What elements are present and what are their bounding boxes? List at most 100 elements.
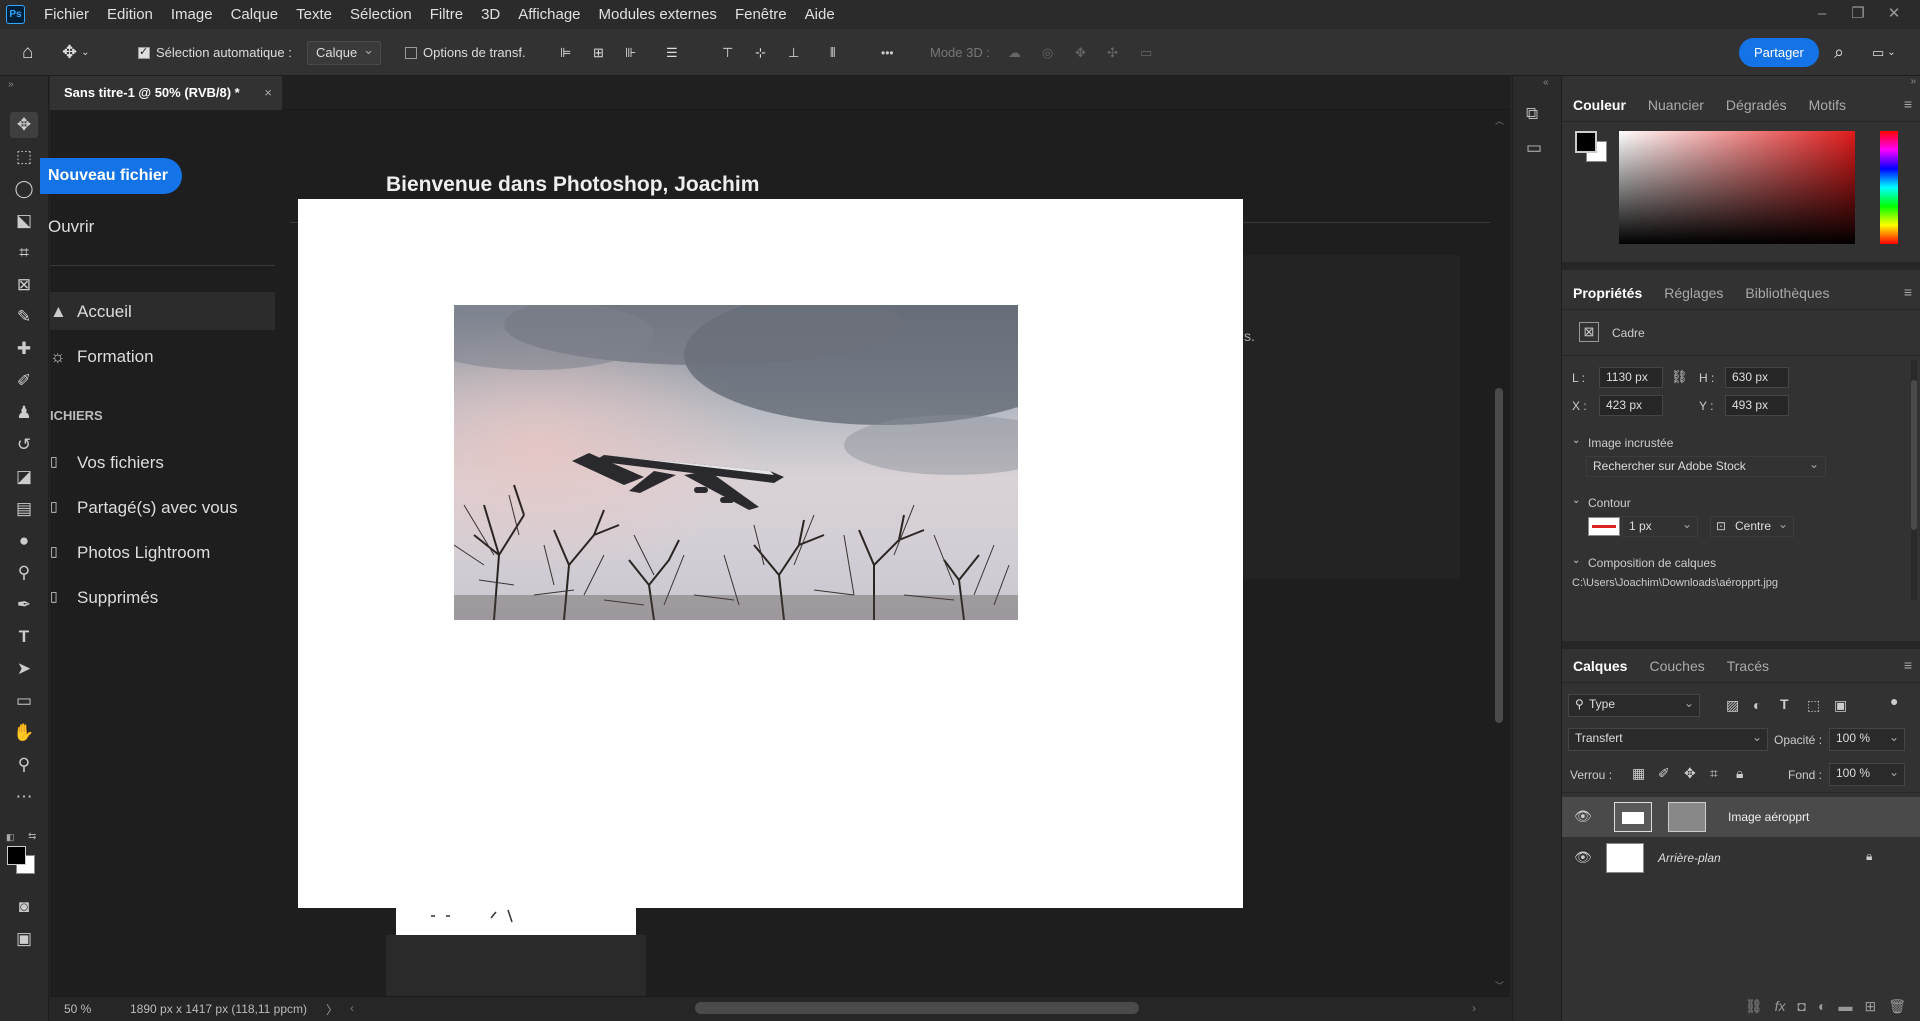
panel-scrollbar[interactable] — [1911, 360, 1917, 600]
visibility-eye-icon[interactable]: 👁︎ — [1574, 808, 1592, 825]
lock-artboard-icon[interactable]: ⌗ — [1710, 765, 1718, 782]
rectangle-tool-icon[interactable]: ▭ — [10, 688, 38, 714]
menu-sélection[interactable]: Sélection — [341, 0, 421, 29]
layer-row-arriere-plan[interactable]: 👁︎ Arrière-plan 🔒︎ — [1562, 838, 1920, 878]
blend-mode-dropdown[interactable]: Transfert ⌄ — [1568, 728, 1768, 751]
lock-all-icon[interactable]: 🔒︎ — [1736, 765, 1743, 782]
adobe-stock-dropdown[interactable]: Rechercher sur Adobe Stock ⌄ — [1586, 456, 1826, 477]
status-menu-arrow[interactable]: 〉 — [326, 1001, 338, 1018]
align-center-icon[interactable]: ⊞ — [593, 29, 604, 76]
horizontal-scrollbar-thumb[interactable] — [695, 1002, 1139, 1014]
lock-transparency-icon[interactable]: ▦ — [1632, 765, 1645, 782]
zoom-tool-icon[interactable]: ⚲ — [10, 752, 38, 778]
hue-slider[interactable] — [1880, 131, 1898, 244]
align-left-icon[interactable]: ⊫ — [560, 29, 571, 76]
nav-item-lightroom[interactable]: Photos Lightroom — [77, 543, 210, 563]
document-tab[interactable]: Sans titre-1 @ 50% (RVB/8) * × — [50, 76, 282, 110]
expand-icon[interactable]: « — [1543, 77, 1549, 88]
healing-brush-icon[interactable]: ✚ — [10, 336, 38, 362]
scrollbar-thumb[interactable] — [1495, 388, 1503, 723]
menu-modules-externes[interactable]: Modules externes — [590, 0, 726, 29]
type-tool-icon[interactable]: T — [10, 624, 38, 650]
filter-type-icon[interactable]: T — [1780, 696, 1789, 712]
layer-name[interactable]: Arrière-plan — [1658, 851, 1721, 865]
stroke-color-swatch[interactable] — [1588, 517, 1620, 536]
foreground-color-swatch[interactable] — [1575, 131, 1597, 153]
align-middle-icon[interactable]: ⊹ — [755, 29, 766, 76]
edit-toolbar-icon[interactable]: ⋯ — [10, 784, 38, 810]
x-field[interactable]: 423 px — [1599, 395, 1663, 416]
hand-tool-icon[interactable]: ✋ — [10, 720, 38, 746]
lasso-tool-icon[interactable]: ◯ — [10, 176, 38, 202]
more-options-button[interactable]: ••• — [881, 29, 894, 76]
width-field[interactable]: 1130 px — [1599, 367, 1663, 388]
move-tool-icon[interactable]: ✥ — [10, 112, 38, 138]
history-panel-icon[interactable]: ⧉ — [1526, 104, 1538, 124]
crop-tool-icon[interactable]: ⌗ — [10, 240, 38, 266]
stroke-align-dropdown[interactable]: ⊡ Centre ⌄ — [1710, 516, 1794, 537]
nav-item-deleted[interactable]: Supprimés — [77, 588, 158, 608]
distribute-vertical-icon[interactable]: ⫴ — [830, 29, 835, 76]
placed-airplane-image[interactable] — [454, 305, 1018, 620]
tab-degrades[interactable]: Dégradés — [1715, 97, 1798, 113]
nav-item-your-files[interactable]: Vos fichiers — [77, 453, 164, 473]
nav-item-shared[interactable]: Partagé(s) avec vous — [77, 498, 238, 518]
delete-layer-icon[interactable]: 🗑︎ — [1888, 998, 1906, 1015]
move-tool-icon[interactable]: ✥ ⌄ — [62, 29, 89, 76]
vertical-scrollbar[interactable]: ︿ ﹀ — [1490, 110, 1510, 996]
scroll-left-icon[interactable]: ‹ — [350, 1001, 354, 1015]
scroll-down-icon[interactable]: ﹀ — [1495, 979, 1504, 992]
menu-affichage[interactable]: Affichage — [509, 0, 589, 29]
history-brush-icon[interactable]: ↺ — [10, 432, 38, 458]
chevron-down-icon[interactable]: ⌄ — [1572, 555, 1580, 566]
tab-proprietes[interactable]: Propriétés — [1562, 285, 1653, 301]
chevron-down-icon[interactable]: ⌄ — [1572, 495, 1580, 506]
tab-motifs[interactable]: Motifs — [1798, 97, 1857, 113]
open-button[interactable]: Ouvrir — [48, 217, 94, 237]
scroll-right-icon[interactable]: › — [1472, 1001, 1476, 1015]
menu-fichier[interactable]: Fichier — [35, 0, 98, 29]
opacity-field[interactable]: 100 % ⌄ — [1829, 728, 1905, 751]
lock-pixels-icon[interactable]: ✐ — [1658, 765, 1670, 782]
menu-texte[interactable]: Texte — [287, 0, 341, 29]
collapse-icon[interactable]: » — [1910, 76, 1916, 87]
color-field[interactable] — [1619, 131, 1855, 244]
minimize-button[interactable]: – — [1804, 0, 1840, 29]
link-icon[interactable]: ⛓ — [1671, 369, 1688, 385]
auto-select-dropdown[interactable]: Calque — [307, 39, 381, 65]
foreground-color-swatch[interactable] — [7, 846, 26, 865]
gradient-tool-icon[interactable]: ▤ — [10, 496, 38, 522]
menu-aide[interactable]: Aide — [796, 0, 844, 29]
marquee-tool-icon[interactable]: ⬚ — [10, 144, 38, 170]
search-icon[interactable]: ⌕ — [1834, 29, 1844, 76]
align-right-icon[interactable]: ⊪ — [625, 29, 636, 76]
swap-colors-icon[interactable]: ⇆ — [28, 831, 36, 842]
menu-edition[interactable]: Edition — [98, 0, 162, 29]
menu-filtre[interactable]: Filtre — [421, 0, 472, 29]
tab-reglages[interactable]: Réglages — [1653, 285, 1734, 301]
stamp-tool-icon[interactable]: ♟ — [10, 400, 38, 426]
auto-select-checkbox[interactable]: Sélection automatique : — [138, 29, 292, 76]
nav-item-accueil[interactable]: Accueil — [77, 302, 132, 322]
layer-row-image-aeropprt[interactable]: 👁︎ Image aéropprt — [1562, 797, 1920, 837]
tab-nuancier[interactable]: Nuancier — [1637, 97, 1715, 113]
layer-style-icon[interactable]: fx — [1775, 998, 1786, 1014]
eraser-tool-icon[interactable]: ◪ — [10, 464, 38, 490]
menu-calque[interactable]: Calque — [222, 0, 288, 29]
comments-panel-icon[interactable]: ▭ — [1526, 138, 1542, 158]
filter-adjustment-icon[interactable]: ◐ — [1753, 697, 1761, 713]
scroll-up-icon[interactable]: ︿ — [1495, 114, 1504, 127]
menu-fenêtre[interactable]: Fenêtre — [726, 0, 796, 29]
new-layer-icon[interactable]: ⊞ — [1864, 998, 1876, 1015]
chevron-down-icon[interactable]: ⌄ — [1572, 435, 1580, 446]
transform-options-checkbox[interactable]: Options de transf. — [405, 29, 526, 76]
visibility-eye-icon[interactable]: 👁︎ — [1574, 849, 1592, 866]
distribute-icon[interactable]: ☰ — [666, 29, 678, 76]
home-icon[interactable]: ⌂ — [22, 29, 33, 76]
height-field[interactable]: 630 px — [1725, 367, 1789, 388]
tab-bibliotheques[interactable]: Bibliothèques — [1734, 285, 1840, 301]
layer-name[interactable]: Image aéropprt — [1728, 810, 1809, 824]
tab-couleur[interactable]: Couleur — [1562, 97, 1637, 113]
filter-shape-icon[interactable]: ⬚ — [1807, 697, 1820, 714]
layer-filter-dropdown[interactable]: ⚲ Type ⌄ — [1568, 694, 1700, 717]
